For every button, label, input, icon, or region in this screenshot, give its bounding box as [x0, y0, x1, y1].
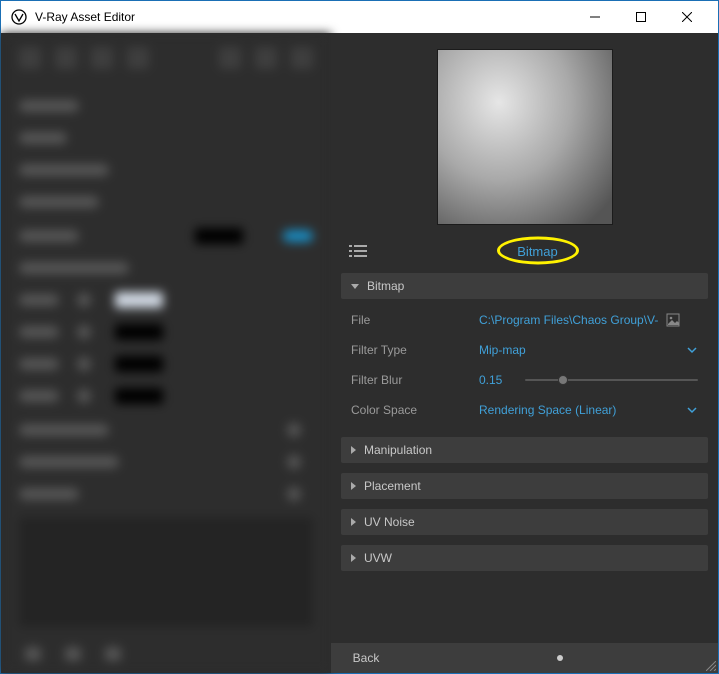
prop-label: Color Space [351, 403, 479, 417]
minimize-button[interactable] [572, 1, 618, 33]
list-icon[interactable] [349, 244, 367, 258]
browse-file-icon[interactable] [665, 312, 681, 328]
back-button[interactable]: Back [331, 651, 401, 665]
prop-label: File [351, 313, 479, 327]
section-uvw: UVW [341, 545, 708, 573]
breadcrumb-bar: Bitmap [331, 237, 718, 265]
caret-right-icon [351, 518, 356, 526]
section-title: Placement [364, 479, 421, 493]
chevron-down-icon [686, 344, 698, 356]
caret-down-icon [351, 284, 359, 289]
breadcrumb-label: Bitmap [517, 244, 557, 259]
caret-right-icon [351, 482, 356, 490]
maximize-button[interactable] [618, 1, 664, 33]
page-indicator [401, 655, 718, 661]
prop-file: File C:\Program Files\Chaos Group\V-Ra..… [341, 305, 708, 335]
section-title: Manipulation [364, 443, 432, 457]
chevron-down-icon [686, 404, 698, 416]
section-header-bitmap[interactable]: Bitmap [341, 273, 708, 299]
preview-area [331, 33, 718, 225]
color-space-dropdown[interactable]: Rendering Space (Linear) [479, 403, 698, 417]
section-header-uv-noise[interactable]: UV Noise [341, 509, 708, 535]
prop-label: Filter Type [351, 343, 479, 357]
resize-grip-icon[interactable] [706, 661, 716, 671]
titlebar: V-Ray Asset Editor [1, 1, 718, 33]
file-path-value[interactable]: C:\Program Files\Chaos Group\V-Ra... [479, 313, 659, 327]
close-button[interactable] [664, 1, 710, 33]
app-body: Bitmap Bitmap File C:\Program Files\Chao… [1, 33, 718, 673]
filter-type-dropdown[interactable]: Mip-map [479, 343, 698, 357]
caret-right-icon [351, 446, 356, 454]
section-uv-noise: UV Noise [341, 509, 708, 537]
filter-blur-value[interactable]: 0.15 [479, 373, 511, 387]
slider-thumb[interactable] [558, 375, 568, 385]
breadcrumb-current[interactable]: Bitmap [367, 244, 708, 259]
page-dot [557, 655, 563, 661]
vray-app-icon [11, 9, 27, 25]
left-panel-blurred [1, 33, 331, 673]
section-header-placement[interactable]: Placement [341, 473, 708, 499]
dropdown-value: Mip-map [479, 343, 526, 357]
section-manipulation: Manipulation [341, 437, 708, 465]
right-panel: Bitmap Bitmap File C:\Program Files\Chao… [331, 33, 718, 673]
section-header-manipulation[interactable]: Manipulation [341, 437, 708, 463]
bottom-bar: Back [331, 643, 718, 673]
prop-filter-blur: Filter Blur 0.15 [341, 365, 708, 395]
prop-filter-type: Filter Type Mip-map [341, 335, 708, 365]
section-placement: Placement [341, 473, 708, 501]
prop-color-space: Color Space Rendering Space (Linear) [341, 395, 708, 425]
filter-blur-slider[interactable] [525, 379, 698, 381]
section-title: UV Noise [364, 515, 415, 529]
section-header-uvw[interactable]: UVW [341, 545, 708, 571]
caret-right-icon [351, 554, 356, 562]
window-title: V-Ray Asset Editor [35, 10, 572, 24]
section-title: UVW [364, 551, 392, 565]
prop-label: Filter Blur [351, 373, 479, 387]
dropdown-value: Rendering Space (Linear) [479, 403, 616, 417]
filter-blur-control: 0.15 [479, 373, 698, 387]
texture-preview[interactable] [437, 49, 613, 225]
section-bitmap: Bitmap File C:\Program Files\Chaos Group… [341, 273, 708, 429]
section-title: Bitmap [367, 279, 404, 293]
